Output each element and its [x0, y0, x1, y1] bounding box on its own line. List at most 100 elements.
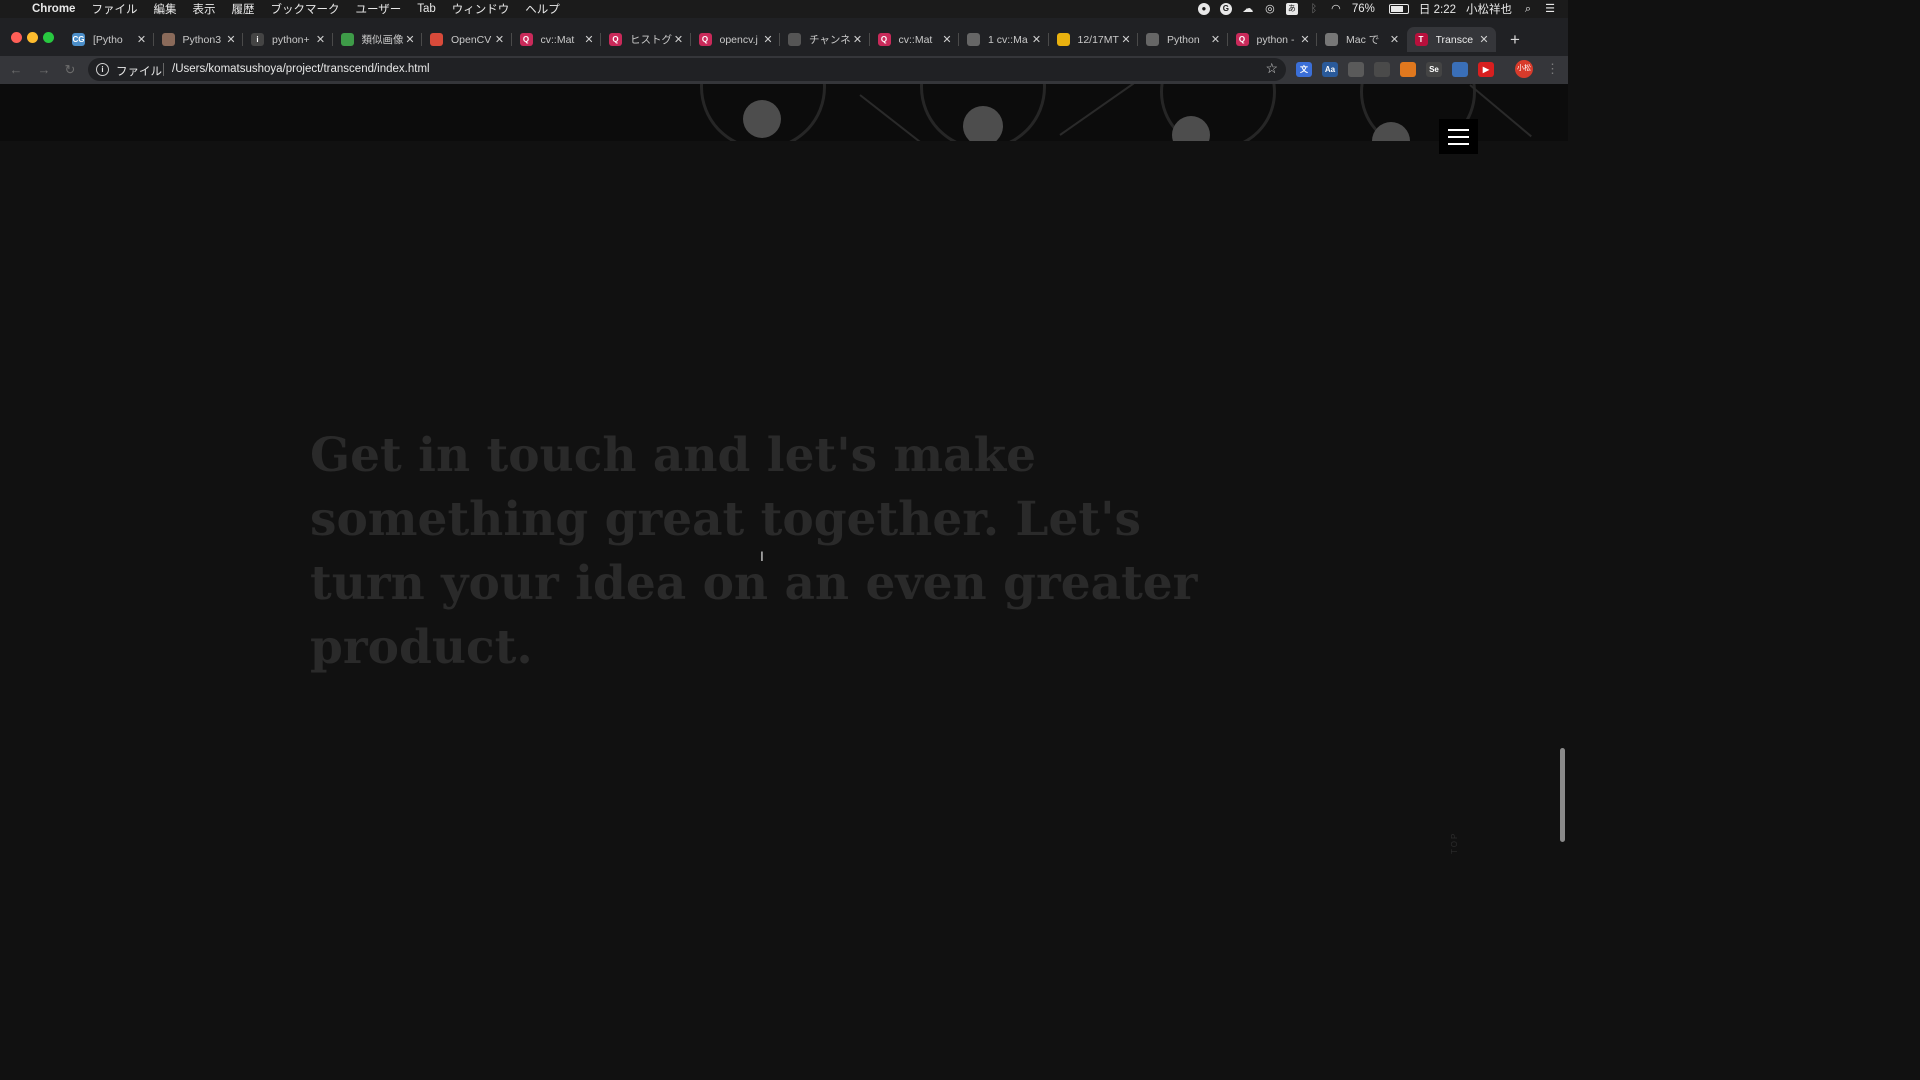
wifi-icon[interactable]: ◠ — [1330, 3, 1342, 15]
tab-close-icon[interactable]: ✕ — [1389, 33, 1401, 46]
globe-icon — [1146, 33, 1159, 46]
bluetooth-icon[interactable]: ᛒ — [1308, 3, 1320, 15]
tab-close-icon[interactable]: ✕ — [136, 33, 148, 46]
tab-close-icon[interactable]: ✕ — [762, 33, 774, 46]
menu-item[interactable]: ファイル — [83, 1, 145, 17]
creative-cloud-icon[interactable]: ◎ — [1264, 3, 1276, 15]
menu-item[interactable]: ユーザー — [347, 1, 409, 17]
screen-capture-ext-icon[interactable] — [1348, 62, 1364, 77]
menu-item[interactable]: ウィンドウ — [444, 1, 518, 17]
tab[interactable]: 12/17MT ✕ — [1049, 27, 1138, 52]
metamask-ext-icon[interactable] — [1400, 62, 1416, 77]
tab[interactable]: Python ✕ — [1138, 27, 1228, 52]
back-to-top-link[interactable]: TOP — [1450, 832, 1459, 854]
profile-avatar[interactable]: 小松 — [1515, 60, 1533, 78]
qiita-icon: Q — [1235, 33, 1249, 46]
tab-close-icon[interactable]: ✕ — [315, 33, 327, 46]
page-viewport: Get in touch and let's make something gr… — [0, 84, 1568, 882]
notification-center-icon[interactable]: ☰ — [1544, 3, 1556, 15]
tab-close-icon[interactable]: ✕ — [1478, 33, 1490, 46]
selenium-ext-icon[interactable]: Se — [1426, 62, 1442, 77]
window-zoom-button[interactable] — [43, 32, 54, 43]
tab[interactable]: Qpython - ✕ — [1228, 27, 1317, 52]
tab-title: Python — [1167, 33, 1200, 46]
tab[interactable]: チャンネ ✕ — [780, 27, 870, 52]
scrollbar-thumb[interactable] — [1560, 748, 1565, 842]
leaf-icon — [340, 33, 354, 46]
tab-close-icon[interactable]: ✕ — [1299, 33, 1311, 46]
tab-title: Python3 — [182, 33, 222, 46]
reload-button[interactable]: ↻ — [62, 62, 78, 78]
tab[interactable]: CG [Pytho ✕ — [64, 27, 154, 52]
tab-title: cv::Mat — [898, 33, 933, 46]
grammarly-icon[interactable]: G — [1219, 3, 1232, 15]
back-button[interactable]: ← — [8, 62, 24, 78]
dictionary-ext-icon[interactable]: Aa — [1322, 62, 1338, 77]
youtube-ext-icon[interactable]: ▶ — [1478, 62, 1494, 77]
qiita-icon: Q — [519, 33, 533, 46]
qr-ext-icon[interactable] — [1374, 62, 1390, 77]
window-minimize-button[interactable] — [27, 32, 38, 43]
contact-headline: Get in touch and let's make something gr… — [310, 428, 1198, 675]
tab[interactable]: OpenCV ✕ — [422, 27, 512, 52]
menu-item[interactable]: 履歴 — [223, 1, 262, 17]
tab[interactable]: Qopencv.j ✕ — [691, 27, 780, 52]
bird-icon — [788, 33, 801, 46]
menu-item[interactable]: ヘルプ — [517, 1, 568, 17]
menu-item[interactable]: 編集 — [145, 1, 184, 17]
menu-item[interactable]: Tab — [409, 3, 444, 15]
tab[interactable]: Mac で ✕ — [1317, 27, 1407, 52]
tab-close-icon[interactable]: ✕ — [583, 33, 595, 46]
window-close-button[interactable] — [11, 32, 22, 43]
menu-item[interactable]: 表示 — [184, 1, 223, 17]
url-text[interactable]: /Users/komatsushoya/project/transcend/in… — [172, 63, 430, 75]
record-icon[interactable]: ● — [1197, 3, 1210, 15]
forward-button[interactable]: → — [36, 62, 52, 78]
translate-ext-icon[interactable]: 文 — [1296, 62, 1312, 77]
chrome-menu-icon[interactable]: ⋮ — [1546, 61, 1559, 77]
bookmark-star-icon[interactable]: ☆ — [1265, 60, 1278, 77]
tab-close-icon[interactable]: ✕ — [404, 33, 416, 46]
tab[interactable]: Python3 ✕ — [154, 27, 243, 52]
new-tab-button[interactable]: + — [1502, 27, 1528, 52]
site-info-icon[interactable]: i — [96, 63, 109, 76]
user-name[interactable]: 小松祥也 — [1466, 1, 1512, 17]
tab[interactable]: 1 cv::Ma ✕ — [959, 27, 1049, 52]
cloud-icon[interactable]: ☁ — [1242, 3, 1254, 15]
tab[interactable]: Qcv::Mat ✕ — [512, 27, 601, 52]
tab-title: Transce — [1435, 33, 1474, 46]
tab[interactable]: Qcv::Mat ✕ — [870, 27, 959, 52]
info-circle-icon: i — [251, 33, 264, 46]
tab[interactable]: i python+ ✕ — [243, 27, 333, 52]
react-devtools-ext-icon[interactable] — [1452, 62, 1468, 77]
tab-title: [Pytho — [93, 33, 123, 46]
address-bar[interactable]: i ファイル /Users/komatsushoya/project/trans… — [88, 58, 1286, 81]
tab-close-icon[interactable]: ✕ — [852, 33, 864, 46]
tab[interactable]: 類似画像 ✕ — [333, 27, 422, 52]
tab-close-icon[interactable]: ✕ — [494, 33, 506, 46]
battery-icon[interactable] — [1388, 4, 1409, 14]
macos-menu-bar: Chrome ファイル 編集 表示 履歴 ブックマーク ユーザー Tab ウィンドウ ヘルプ ●… — [0, 0, 1568, 18]
tab-close-icon[interactable]: ✕ — [673, 33, 685, 46]
tab-close-icon[interactable]: ✕ — [225, 33, 237, 46]
tab-title: 12/17MT — [1077, 33, 1119, 46]
spotlight-search-icon[interactable]: ⌕ — [1522, 3, 1534, 15]
menu-item[interactable]: ブックマーク — [262, 1, 347, 17]
tab-active[interactable]: T Transce ✕ — [1406, 27, 1496, 52]
browser-toolbar: ← → ↻ i ファイル /Users/komatsushoya/project… — [0, 56, 1568, 84]
menu-bar-status: ● G ☁ ◎ あ ᛒ ◠ 76% 日 2:22 小松祥也 ⌕ ☰ — [1197, 0, 1556, 18]
tab-close-icon[interactable]: ✕ — [941, 33, 953, 46]
tab-close-icon[interactable]: ✕ — [1210, 33, 1222, 46]
tab-title: 1 cv::Ma — [988, 33, 1028, 46]
decor-ball — [743, 100, 781, 138]
url-divider — [163, 63, 164, 76]
tab-close-icon[interactable]: ✕ — [1120, 33, 1132, 46]
app-menu-chrome[interactable]: Chrome — [24, 3, 83, 15]
menu-bar-left: Chrome ファイル 編集 表示 履歴 ブックマーク ユーザー Tab ウィンドウ ヘルプ — [0, 0, 568, 18]
page-scrollbar[interactable] — [1558, 84, 1568, 882]
tab[interactable]: Q ヒストグ ✕ — [601, 27, 691, 52]
hamburger-menu-button[interactable] — [1439, 119, 1478, 154]
clock[interactable]: 日 2:22 — [1419, 1, 1456, 17]
input-method-icon[interactable]: あ — [1285, 3, 1298, 15]
tab-close-icon[interactable]: ✕ — [1031, 33, 1043, 46]
